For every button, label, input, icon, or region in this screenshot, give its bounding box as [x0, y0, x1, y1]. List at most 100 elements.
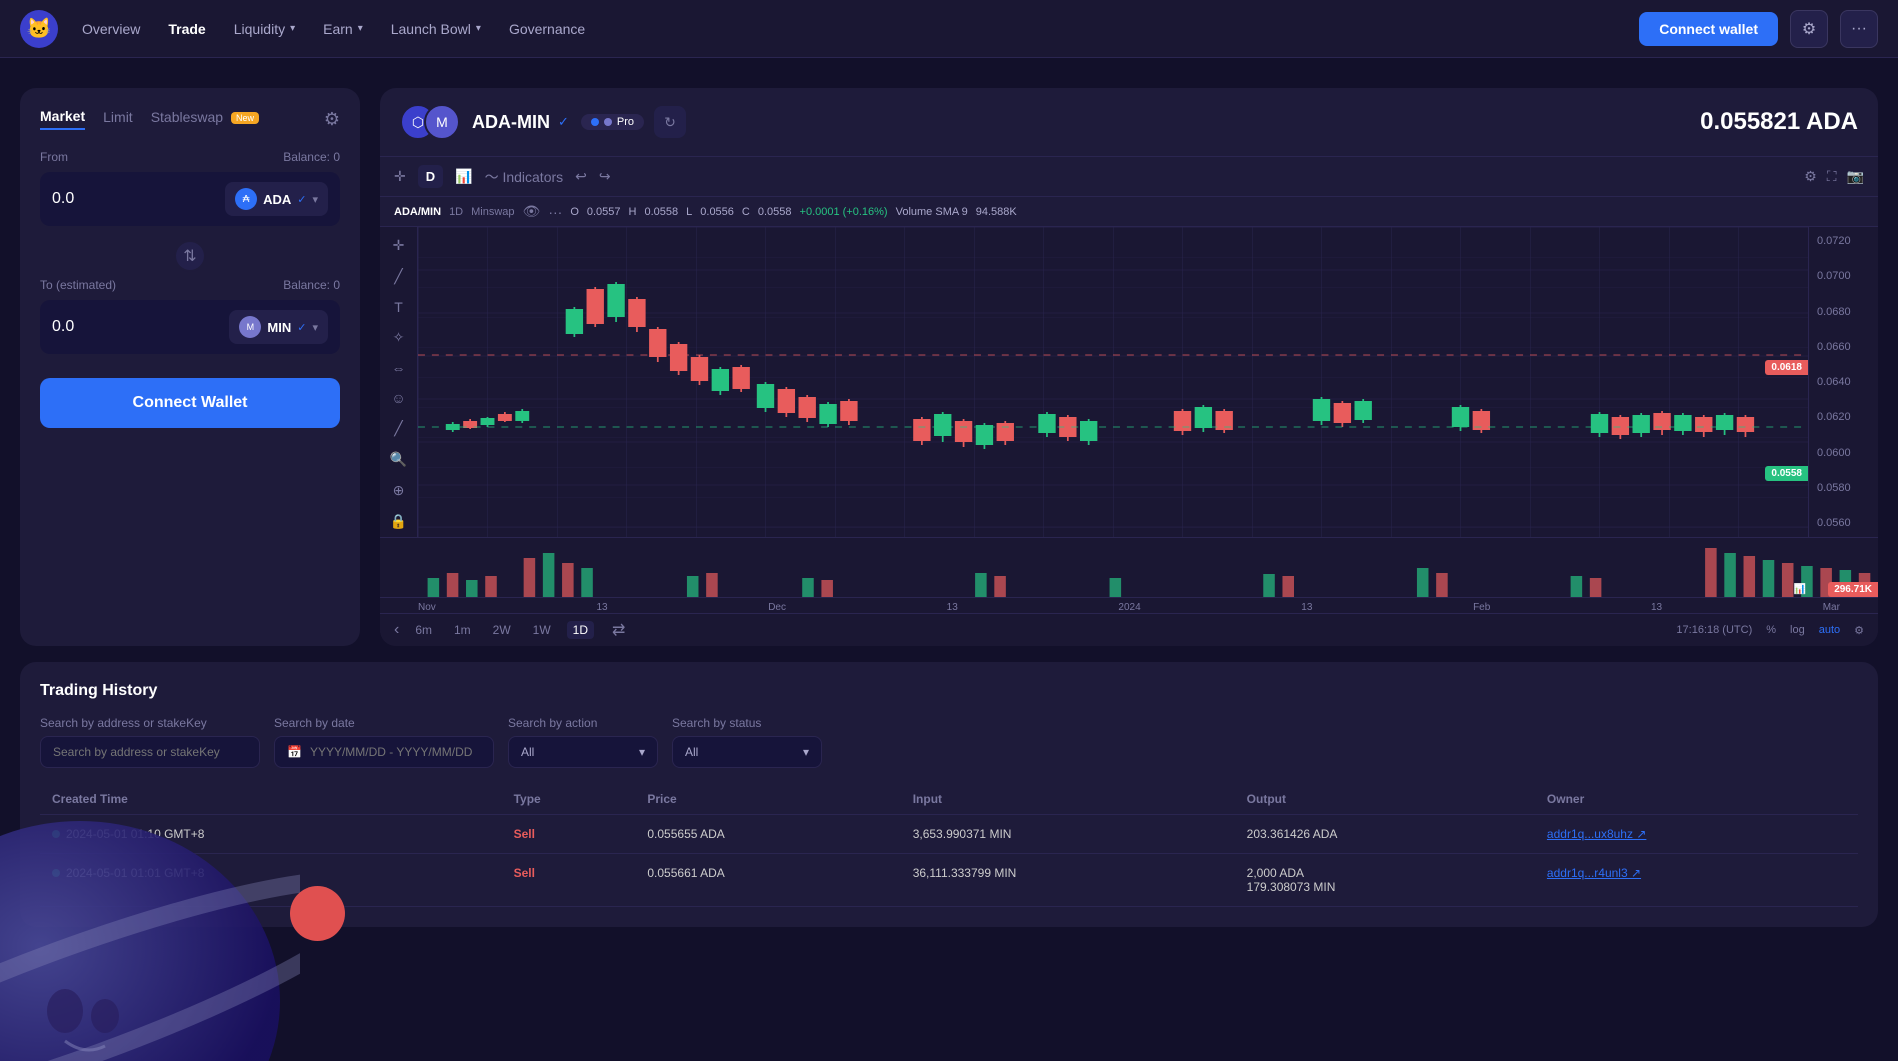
cell-output: 203.361426 ADA — [1235, 815, 1535, 854]
chart-volume-label: Volume SMA 9 — [896, 206, 968, 218]
redo-icon[interactable]: ↪ — [599, 168, 611, 185]
volume-svg — [418, 538, 1878, 597]
filter-action-label: Search by action — [508, 716, 658, 730]
tab-market[interactable]: Market — [40, 108, 85, 130]
chart-canvas[interactable]: 0.0618 0.0558 — [418, 227, 1808, 537]
filter-date-input[interactable] — [310, 745, 481, 759]
chart-settings-bottom-icon[interactable]: ⚙ — [1854, 624, 1864, 637]
current-price-display: 0.055821 ADA — [1700, 108, 1858, 136]
candlestick-svg — [418, 227, 1808, 537]
chart-settings-icon[interactable]: ⚙ — [1804, 168, 1817, 185]
undo-icon[interactable]: ↩ — [575, 168, 587, 185]
pair-name: ADA-MIN — [472, 112, 550, 133]
timeframe-1w[interactable]: 1W — [527, 621, 557, 639]
emoji-tool[interactable]: ☺ — [391, 390, 405, 406]
fullscreen-icon[interactable]: ⛶ — [1827, 168, 1837, 185]
chart-pair-label: ADA/MIN — [394, 206, 441, 218]
chart-toolbar: ✛ D 📊 〜 Indicators ↩ ↪ ⚙ ⛶ 📷 — [380, 157, 1878, 197]
cell-owner: addr1q...ux8uhz ↗ — [1535, 815, 1858, 854]
chart-o-label: O — [570, 206, 579, 218]
to-amount-input[interactable] — [52, 318, 229, 336]
trading-history-title: Trading History — [40, 682, 1858, 700]
more-options-button[interactable]: ··· — [1840, 10, 1878, 48]
verified-icon: ✓ — [297, 193, 306, 206]
compare-icon[interactable]: ⇄ — [612, 620, 625, 640]
timeframe-6m[interactable]: 6m — [409, 621, 438, 639]
tab-stableswap[interactable]: Stableswap New — [151, 109, 259, 129]
verified-icon: ✓ — [297, 321, 306, 334]
pair-icons: ⬡ M — [400, 104, 460, 140]
bg-planet-decoration — [0, 741, 300, 1061]
chart-l-val: 0.0556 — [700, 206, 734, 218]
lock-tool[interactable]: 🔒 — [390, 513, 407, 530]
chevron-down-icon: ▾ — [476, 23, 481, 34]
filter-date-input-wrapper[interactable]: 📅 — [274, 736, 494, 768]
filter-status-select[interactable]: All ▾ — [672, 736, 822, 768]
eye-icon[interactable]: 👁 — [523, 203, 541, 220]
volume-area: 296.71K 📊 — [380, 537, 1878, 597]
nav-overview[interactable]: Overview — [82, 21, 140, 37]
type-badge: Sell — [514, 866, 535, 880]
cell-output: 2,000 ADA179.308073 MIN — [1235, 854, 1535, 907]
connect-wallet-main-button[interactable]: Connect Wallet — [40, 378, 340, 428]
zoom-tool[interactable]: 🔍 — [390, 451, 407, 468]
chart-h-val: 0.0558 — [644, 206, 678, 218]
crosshair-icon[interactable]: ✛ — [394, 168, 406, 185]
chart-source-label: Minswap — [471, 206, 514, 218]
nav-liquidity[interactable]: Liquidity ▾ — [234, 21, 295, 37]
chart-timestamp: 17:16:18 (UTC) — [1676, 624, 1752, 636]
line-tool[interactable]: ╱ — [394, 268, 402, 285]
settings-button[interactable]: ⚙ — [1790, 10, 1828, 48]
measure-tool[interactable]: ⇔ — [392, 360, 406, 376]
indicators-button[interactable]: 〜 Indicators — [485, 167, 564, 187]
cursor-tool[interactable]: ✛ — [393, 237, 405, 254]
chart-timeframe-label: 1D — [449, 206, 463, 218]
auto-label[interactable]: auto — [1819, 624, 1840, 636]
owner-link[interactable]: addr1q...ux8uhz ↗ — [1547, 827, 1646, 841]
to-token-select[interactable]: M MIN ✓ ▾ — [229, 310, 328, 344]
chart-volume-val: 94.588K — [976, 206, 1017, 218]
min-pair-icon: M — [424, 104, 460, 140]
tab-limit[interactable]: Limit — [103, 109, 133, 129]
timeframe-2w[interactable]: 2W — [487, 621, 517, 639]
more-icon[interactable]: ··· — [548, 204, 562, 220]
screenshot-icon[interactable]: 📷 — [1847, 168, 1864, 185]
nav-trade[interactable]: Trade — [168, 21, 205, 37]
min-token-icon: M — [239, 316, 261, 338]
from-amount-input[interactable] — [52, 190, 225, 208]
cell-price: 0.055655 ADA — [635, 815, 900, 854]
history-filters: Search by address or stakeKey Search by … — [40, 716, 1858, 768]
filter-date-label: Search by date — [274, 716, 494, 730]
from-token-select[interactable]: ₳ ADA ✓ ▾ — [225, 182, 328, 216]
expand-icon[interactable]: ‹ — [394, 621, 399, 639]
filter-action-select[interactable]: All ▾ — [508, 736, 658, 768]
text-tool[interactable]: T — [394, 299, 403, 315]
col-type: Type — [502, 784, 636, 815]
interval-d-button[interactable]: D — [418, 165, 443, 188]
chevron-down-icon: ▾ — [803, 745, 809, 759]
volume-highlight: 296.71K — [1828, 582, 1878, 597]
filter-status-value: All — [685, 745, 698, 759]
filter-icon[interactable]: ⚙ — [324, 109, 340, 130]
connect-wallet-button[interactable]: Connect wallet — [1639, 12, 1778, 46]
chart-panel: ⬡ M ADA-MIN ✓ Pro ↻ 0.055821 ADA ✛ — [380, 88, 1878, 646]
timeframe-1d[interactable]: 1D — [567, 621, 594, 639]
nav-governance[interactable]: Governance — [509, 21, 585, 37]
fib-tool[interactable]: ╱ — [394, 420, 402, 437]
owner-link[interactable]: addr1q...r4unl3 ↗ — [1547, 866, 1641, 880]
chart-type-icon[interactable]: 📊 — [455, 168, 472, 185]
magnet-tool[interactable]: ⊕ — [393, 482, 405, 499]
shape-tool[interactable]: ✧ — [393, 329, 405, 346]
chevron-down-icon: ▾ — [639, 745, 645, 759]
swap-direction-button[interactable]: ⇅ — [174, 240, 206, 272]
app-logo[interactable]: 🐱 — [20, 10, 58, 48]
type-badge: Sell — [514, 827, 535, 841]
timeframe-1m[interactable]: 1m — [448, 621, 477, 639]
refresh-button[interactable]: ↻ — [654, 106, 686, 138]
log-label[interactable]: log — [1790, 624, 1805, 636]
filter-address-label: Search by address or stakeKey — [40, 716, 260, 730]
pair-info: ADA-MIN ✓ Pro — [472, 112, 644, 133]
new-badge: New — [231, 112, 259, 124]
nav-launch-bowl[interactable]: Launch Bowl ▾ — [391, 21, 481, 37]
nav-earn[interactable]: Earn ▾ — [323, 21, 363, 37]
